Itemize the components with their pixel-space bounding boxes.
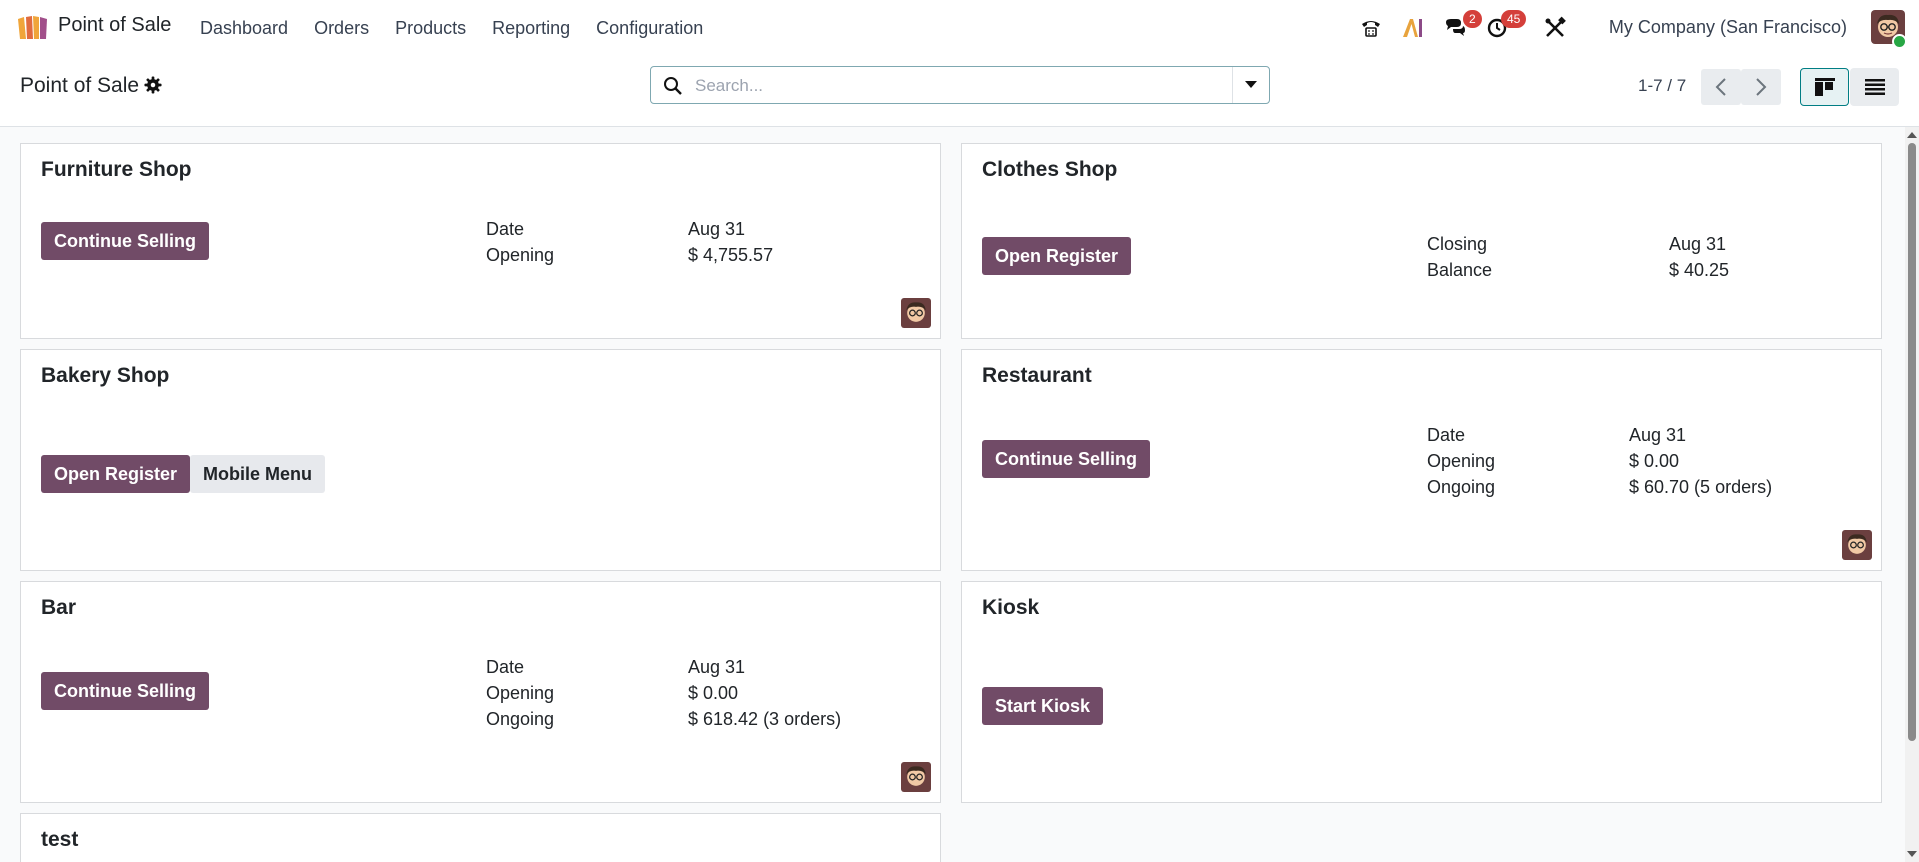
card-title: Kiosk xyxy=(982,596,1040,619)
menu-configuration[interactable]: Configuration xyxy=(596,18,703,39)
gear-icon[interactable] xyxy=(144,76,162,94)
kanban-view-button[interactable] xyxy=(1800,68,1849,106)
info-label: Date xyxy=(486,219,525,239)
menu-orders[interactable]: Orders xyxy=(314,18,369,39)
info-value: $ 618.42 (3 orders) xyxy=(688,709,842,729)
pager-next-button[interactable] xyxy=(1741,69,1781,105)
menu-dashboard[interactable]: Dashboard xyxy=(200,18,288,39)
menu-reporting[interactable]: Reporting xyxy=(492,18,570,39)
debug-tools-icon[interactable] xyxy=(1543,16,1567,40)
search-bar xyxy=(650,66,1270,104)
search-input[interactable] xyxy=(693,73,1217,99)
phone-icon[interactable] xyxy=(1359,16,1383,40)
continue-selling-button[interactable]: Continue Selling xyxy=(41,672,209,710)
continue-selling-button[interactable]: Continue Selling xyxy=(41,222,209,260)
scrollbar[interactable] xyxy=(1905,127,1919,862)
open-register-button[interactable]: Open Register xyxy=(982,237,1132,275)
info-label: Opening xyxy=(486,245,555,265)
control-panel: Point of Sale 1-7 / 7 xyxy=(0,56,1919,127)
info-label: Ongoing xyxy=(486,709,555,729)
responsible-avatar[interactable] xyxy=(1842,530,1872,560)
chevron-right-icon xyxy=(1756,78,1767,96)
info-label: Date xyxy=(486,657,525,677)
responsible-avatar[interactable] xyxy=(901,298,931,328)
info-value: $ 40.25 xyxy=(1669,260,1730,280)
messages-count-badge: 2 xyxy=(1463,10,1482,28)
card-title: Bakery Shop xyxy=(41,364,170,387)
info-label: Opening xyxy=(1427,451,1496,471)
continue-selling-button[interactable]: Continue Selling xyxy=(982,440,1150,478)
info-label: Date xyxy=(1427,425,1466,445)
pos-card-clothes-shop: Clothes Shop Open Register Closing Aug 3… xyxy=(961,143,1882,339)
activities-count-badge: 45 xyxy=(1501,10,1527,28)
page-title: Point of Sale xyxy=(20,74,140,97)
menu-products[interactable]: Products xyxy=(395,18,466,39)
systray: 2 45 My Company (San Francisco) xyxy=(1359,0,1919,56)
mobile-menu-button[interactable]: Mobile Menu xyxy=(190,455,325,493)
company-switcher[interactable]: My Company (San Francisco) xyxy=(1609,17,1847,38)
info-label: Closing xyxy=(1427,234,1488,254)
online-status-dot xyxy=(1892,34,1907,49)
search-icon xyxy=(664,77,682,95)
card-title: test xyxy=(41,828,79,851)
info-label: Ongoing xyxy=(1427,477,1496,497)
responsible-avatar[interactable] xyxy=(901,762,931,792)
card-title: Restaurant xyxy=(982,364,1092,387)
open-register-button[interactable]: Open Register xyxy=(41,455,191,493)
ai-icon[interactable] xyxy=(1401,16,1425,40)
card-title: Bar xyxy=(41,596,77,619)
chevron-left-icon xyxy=(1715,78,1726,96)
top-navbar: Point of Sale Dashboard Orders Products … xyxy=(0,0,1919,56)
kanban-view: Furniture Shop Continue Selling Date Aug… xyxy=(0,127,1905,862)
card-title: Furniture Shop xyxy=(41,158,192,181)
info-value: Aug 31 xyxy=(688,657,746,677)
scroll-down-arrow-icon[interactable] xyxy=(1907,849,1917,859)
start-kiosk-button[interactable]: Start Kiosk xyxy=(982,687,1104,725)
search-options-toggle[interactable] xyxy=(1232,67,1269,103)
info-label: Balance xyxy=(1427,260,1493,280)
info-label: Opening xyxy=(486,683,555,703)
card-title: Clothes Shop xyxy=(982,158,1118,181)
scroll-thumb[interactable] xyxy=(1908,143,1916,741)
scroll-up-arrow-icon[interactable] xyxy=(1907,130,1917,140)
main-menu: Dashboard Orders Products Reporting Conf… xyxy=(200,0,729,56)
pager-previous-button[interactable] xyxy=(1701,69,1741,105)
info-value: $ 4,755.57 xyxy=(688,245,774,265)
pos-card-kiosk: Kiosk Start Kiosk xyxy=(961,581,1882,803)
pos-card-bar: Bar Continue Selling Date Aug 31 Opening… xyxy=(20,581,941,803)
info-value: Aug 31 xyxy=(1669,234,1727,254)
info-value: $ 0.00 xyxy=(1629,451,1680,471)
kanban-icon xyxy=(1814,78,1835,96)
info-value: Aug 31 xyxy=(688,219,746,239)
pos-card-bakery-shop: Bakery Shop Open Register Mobile Menu xyxy=(20,349,941,571)
pos-app-icon[interactable] xyxy=(16,13,50,41)
caret-down-icon xyxy=(1245,81,1257,88)
pager-value[interactable]: 1-7 / 7 xyxy=(1638,76,1686,96)
info-value: Aug 31 xyxy=(1629,425,1687,445)
list-icon xyxy=(1864,79,1885,95)
list-view-button[interactable] xyxy=(1850,68,1899,106)
info-value: $ 0.00 xyxy=(688,683,739,703)
app-name[interactable]: Point of Sale xyxy=(58,14,171,37)
info-value: $ 60.70 (5 orders) xyxy=(1629,477,1773,497)
pos-card-furniture-shop: Furniture Shop Continue Selling Date Aug… xyxy=(20,143,941,339)
pos-card-restaurant: Restaurant Continue Selling Date Aug 31 … xyxy=(961,349,1882,571)
pos-card-test: test xyxy=(20,813,941,862)
